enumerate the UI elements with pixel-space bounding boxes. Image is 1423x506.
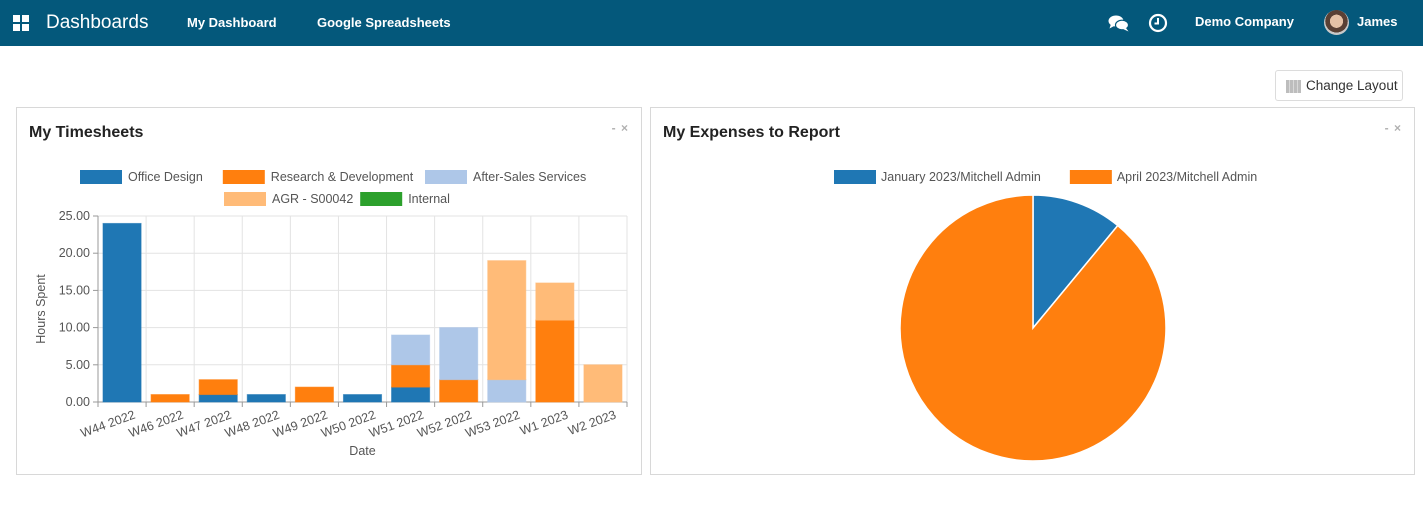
user-menu[interactable]: James	[1357, 14, 1397, 29]
x-tick-label: W46 2022	[127, 408, 185, 441]
x-tick-label: W53 2022	[463, 408, 521, 441]
legend-swatch	[834, 170, 876, 184]
timesheets-panel: My Timesheets - × Office Design Research …	[16, 107, 642, 475]
x-tick-label: W52 2022	[415, 408, 473, 441]
bar-segment	[439, 327, 479, 381]
bar-segment	[391, 334, 431, 366]
y-tick-label: 5.00	[66, 358, 90, 372]
top-navbar: Dashboards My Dashboard Google Spreadshe…	[0, 0, 1423, 46]
y-tick-label: 20.00	[59, 246, 90, 260]
legend-swatch	[80, 170, 122, 184]
legend-swatch	[224, 192, 266, 206]
bar-segment	[391, 386, 431, 403]
legend-label: Office Design	[128, 170, 203, 184]
nav-link-my-dashboard[interactable]: My Dashboard	[187, 15, 277, 30]
bar-segment	[246, 394, 286, 403]
x-tick-label: W49 2022	[271, 408, 329, 441]
pie-slice	[899, 194, 1167, 462]
legend-label: After-Sales Services	[473, 170, 586, 184]
legend-label: January 2023/Mitchell Admin	[881, 170, 1041, 184]
x-axis-title: Date	[349, 444, 375, 458]
y-tick-label: 25.00	[59, 209, 90, 223]
chat-icon[interactable]	[1108, 13, 1130, 38]
layout-icon	[1286, 80, 1301, 93]
bar-segment	[391, 364, 431, 388]
legend-swatch	[425, 170, 467, 184]
bar-segment	[583, 364, 623, 403]
apps-grid-icon[interactable]	[13, 15, 29, 31]
legend-swatch	[222, 170, 265, 184]
legend-label: April 2023/Mitchell Admin	[1117, 170, 1257, 184]
x-tick-label: W44 2022	[79, 408, 137, 441]
user-avatar[interactable]	[1324, 10, 1349, 35]
bar-segment	[198, 379, 238, 396]
bar-segment	[487, 260, 527, 381]
y-tick-label: 15.00	[59, 283, 90, 297]
bar-segment	[198, 394, 238, 403]
bar-segment	[535, 282, 575, 321]
bar-segment	[487, 379, 527, 403]
bar-segment	[294, 386, 334, 403]
y-tick-label: 10.00	[59, 321, 90, 335]
legend-label: Internal	[408, 192, 450, 206]
legend-swatch	[1069, 170, 1112, 184]
expenses-panel: My Expenses to Report - × January 2023/M…	[650, 107, 1415, 475]
x-tick-label: W50 2022	[319, 408, 377, 441]
change-layout-button[interactable]: Change Layout	[1275, 70, 1403, 101]
expenses-pie-chart: January 2023/Mitchell Admin April 2023/Mi…	[834, 170, 1257, 462]
bar-segment	[342, 394, 383, 403]
y-tick-label: 0.00	[66, 395, 90, 409]
x-tick-label: W51 2022	[367, 408, 425, 441]
nav-link-google-spreadsheets[interactable]: Google Spreadsheets	[317, 15, 451, 30]
bar-segment	[150, 394, 190, 403]
company-switcher[interactable]: Demo Company	[1195, 14, 1294, 29]
legend-swatch	[360, 192, 403, 206]
legend-label: Research & Development	[271, 170, 414, 184]
x-tick-label: W2 2023	[566, 408, 618, 438]
bar-segment	[439, 379, 479, 403]
timesheets-bar-chart: Office Design Research & Development After…	[34, 170, 628, 458]
bar-segment	[535, 319, 575, 403]
x-tick-label: W1 2023	[518, 408, 570, 438]
change-layout-label: Change Layout	[1306, 78, 1398, 93]
y-axis-title: Hours Spent	[34, 274, 48, 344]
x-tick-label: W47 2022	[175, 408, 233, 441]
clock-icon[interactable]	[1148, 13, 1168, 38]
x-tick-label: W48 2022	[223, 408, 281, 441]
legend-label: AGR - S00042	[272, 192, 353, 206]
app-title[interactable]: Dashboards	[46, 12, 148, 34]
bar-segment	[102, 222, 142, 403]
